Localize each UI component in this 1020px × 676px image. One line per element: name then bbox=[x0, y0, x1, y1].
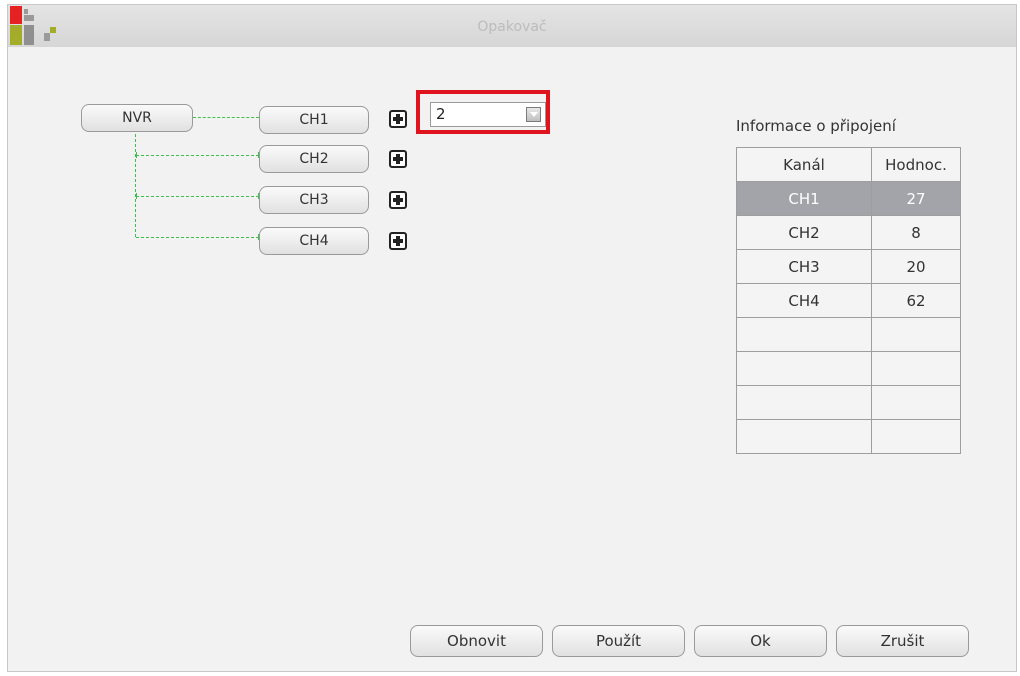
info-title: Informace o připojení bbox=[736, 117, 896, 135]
channel-ch1-button[interactable]: CH1 bbox=[259, 106, 369, 134]
cell-channel: CH3 bbox=[736, 249, 872, 284]
apply-button[interactable]: Použít bbox=[552, 625, 685, 657]
table-row bbox=[736, 419, 961, 454]
plus-icon[interactable] bbox=[389, 110, 407, 128]
cell-channel: CH4 bbox=[736, 283, 872, 318]
cell-rating bbox=[871, 419, 961, 454]
table-row bbox=[736, 317, 961, 352]
cancel-button[interactable]: Zrušit bbox=[836, 625, 969, 657]
channel-ch2-button[interactable]: CH2 bbox=[259, 145, 369, 173]
repeater-count-value: 2 bbox=[436, 105, 446, 123]
repeater-count-select[interactable]: 2 bbox=[430, 102, 546, 127]
cell-channel bbox=[736, 351, 872, 386]
cell-rating bbox=[871, 351, 961, 386]
window-title: Opakovač bbox=[477, 19, 547, 35]
header-rating: Hodnoc. bbox=[871, 147, 961, 182]
plus-icon[interactable] bbox=[389, 232, 407, 250]
nvr-node-button[interactable]: NVR bbox=[81, 104, 193, 132]
cell-channel: CH1 bbox=[736, 181, 872, 216]
cell-rating: 62 bbox=[871, 283, 961, 318]
title-bar: Opakovač bbox=[8, 5, 1016, 47]
chevron-down-icon[interactable] bbox=[526, 107, 541, 122]
ok-button[interactable]: Ok bbox=[694, 625, 827, 657]
connection-info-table: Kanál Hodnoc. CH1 27 CH2 8 CH3 20 CH4 62 bbox=[736, 147, 961, 454]
table-row bbox=[736, 351, 961, 386]
cell-rating: 8 bbox=[871, 215, 961, 250]
table-row[interactable]: CH2 8 bbox=[736, 215, 961, 250]
link-tick bbox=[136, 152, 137, 158]
link-nvr-ch1 bbox=[193, 117, 259, 118]
table-row bbox=[736, 385, 961, 420]
cell-rating bbox=[871, 385, 961, 420]
table-header-row: Kanál Hodnoc. bbox=[736, 147, 961, 182]
plus-icon[interactable] bbox=[389, 150, 407, 168]
plus-icon[interactable] bbox=[389, 191, 407, 209]
table-row[interactable]: CH4 62 bbox=[736, 283, 961, 318]
cell-rating bbox=[871, 317, 961, 352]
link-trunk bbox=[135, 134, 136, 237]
cell-channel bbox=[736, 419, 872, 454]
channel-ch3-button[interactable]: CH3 bbox=[259, 186, 369, 214]
link-tick bbox=[136, 193, 137, 199]
link-ch3 bbox=[136, 196, 259, 197]
cell-channel bbox=[736, 317, 872, 352]
cell-channel bbox=[736, 385, 872, 420]
header-channel: Kanál bbox=[736, 147, 872, 182]
cell-channel: CH2 bbox=[736, 215, 872, 250]
table-row[interactable]: CH1 27 bbox=[736, 181, 961, 216]
cell-rating: 27 bbox=[871, 181, 961, 216]
link-ch2 bbox=[136, 155, 259, 156]
channel-ch4-button[interactable]: CH4 bbox=[259, 227, 369, 255]
link-ch4 bbox=[136, 237, 259, 238]
cell-rating: 20 bbox=[871, 249, 961, 284]
refresh-button[interactable]: Obnovit bbox=[410, 625, 543, 657]
table-row[interactable]: CH3 20 bbox=[736, 249, 961, 284]
